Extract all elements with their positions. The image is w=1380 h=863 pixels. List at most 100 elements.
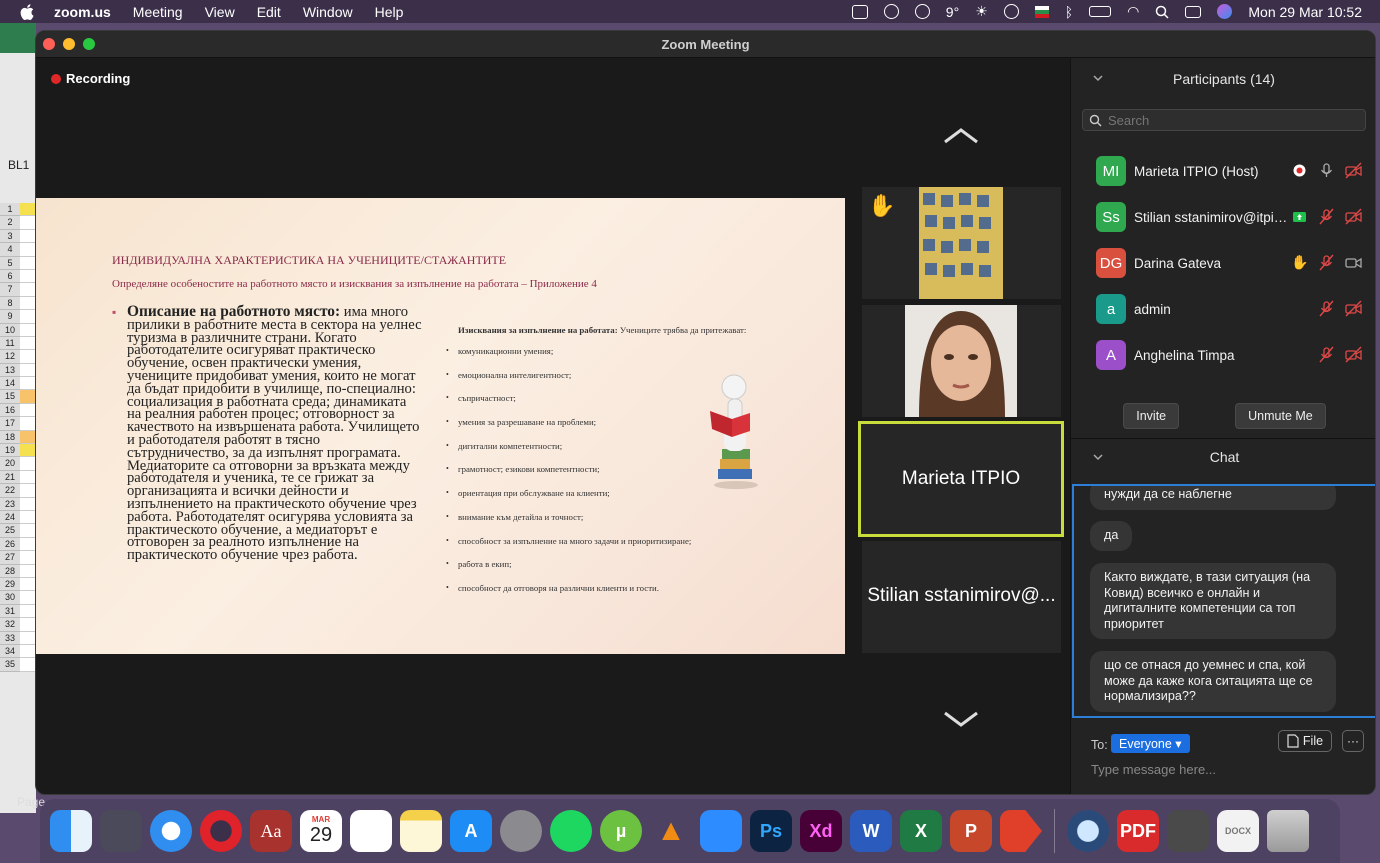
calculator-icon[interactable] <box>1167 810 1209 852</box>
participants-search[interactable] <box>1082 109 1366 131</box>
participant-row[interactable]: A Anghelina Timpa <box>1071 332 1375 378</box>
audio-app-icon[interactable] <box>1000 810 1042 852</box>
quicktime-icon[interactable] <box>1067 810 1109 852</box>
mic-muted-icon[interactable] <box>1318 346 1335 363</box>
battery-icon[interactable] <box>1089 6 1112 17</box>
excel-cell[interactable] <box>20 390 36 404</box>
excel-row-number[interactable]: 8 <box>0 296 20 311</box>
excel-row-number[interactable]: 18 <box>0 430 20 445</box>
excel-cell[interactable] <box>20 323 36 337</box>
mic-muted-icon[interactable] <box>1318 300 1335 317</box>
dictionary-icon[interactable]: Aa <box>250 810 292 852</box>
excel-row-number[interactable]: 12 <box>0 350 20 364</box>
excel-row-number[interactable]: 2 <box>0 216 20 230</box>
recording-indicator[interactable]: Recording <box>51 71 130 86</box>
adobe-xd-icon[interactable]: Xd <box>800 810 842 852</box>
excel-row-number[interactable]: 34 <box>0 644 20 659</box>
docx-file-icon[interactable]: DOCX <box>1217 810 1259 852</box>
excel-row-number[interactable]: 24 <box>0 510 20 525</box>
excel-row-number[interactable]: 7 <box>0 283 20 297</box>
menubar-clock[interactable]: Mon 29 Mar 10:52 <box>1248 4 1362 20</box>
apple-icon[interactable] <box>20 3 34 20</box>
excel-row-number[interactable]: 30 <box>0 591 20 605</box>
excel-row-number[interactable]: 9 <box>0 310 20 324</box>
pdf-app-icon[interactable]: PDF <box>1117 810 1159 852</box>
excel-cell[interactable] <box>20 551 36 565</box>
excel-cell[interactable] <box>20 524 36 538</box>
excel-row-number[interactable]: 13 <box>0 363 20 378</box>
utorrent-icon[interactable]: µ <box>600 810 642 852</box>
excel-cell[interactable] <box>20 377 36 391</box>
excel-cell[interactable] <box>20 417 36 431</box>
excel-row-number[interactable]: 35 <box>0 658 20 672</box>
shared-screen-slide[interactable]: ИНДИВИДУАЛНА ХАРАКТЕРИСТИКА НА УЧЕНИЦИТЕ… <box>36 198 845 654</box>
spotify-icon[interactable] <box>550 810 592 852</box>
excel-cell[interactable] <box>20 430 36 445</box>
trash-icon[interactable] <box>1267 810 1309 852</box>
excel-row-number[interactable]: 27 <box>0 551 20 565</box>
excel-row-number[interactable]: 31 <box>0 604 20 619</box>
excel-icon[interactable]: X <box>900 810 942 852</box>
participant-video-tile[interactable]: ✋ <box>862 187 1061 299</box>
more-options-button[interactable]: ··· <box>1342 730 1364 752</box>
collapse-chevron-icon[interactable] <box>1093 73 1103 83</box>
video-off-icon[interactable] <box>1345 162 1362 179</box>
excel-row-number[interactable]: 20 <box>0 457 20 471</box>
reminders-icon[interactable] <box>350 810 392 852</box>
excel-cell[interactable] <box>20 658 36 672</box>
app-store-icon[interactable]: A <box>450 810 492 852</box>
excel-row-number[interactable]: 10 <box>0 323 20 337</box>
video-off-icon[interactable] <box>1345 208 1362 225</box>
excel-cell[interactable] <box>20 470 36 485</box>
vlc-icon[interactable]: ▲ <box>650 810 692 852</box>
excel-cell[interactable] <box>20 296 36 311</box>
menu-window[interactable]: Window <box>303 4 353 20</box>
wifi-icon[interactable]: ◠ <box>1127 3 1139 20</box>
powerpoint-icon[interactable]: P <box>950 810 992 852</box>
menu-meeting[interactable]: Meeting <box>133 4 183 20</box>
vpn-icon[interactable] <box>883 4 899 19</box>
menu-help[interactable]: Help <box>375 4 404 20</box>
excel-cell[interactable] <box>20 216 36 230</box>
excel-row-number[interactable]: 28 <box>0 564 20 578</box>
menu-edit[interactable]: Edit <box>257 4 281 20</box>
participant-row[interactable]: MI Marieta ITPIO (Host) <box>1071 148 1375 194</box>
mic-muted-icon[interactable] <box>1318 208 1335 225</box>
excel-row-number[interactable]: 17 <box>0 417 20 431</box>
chat-message-input[interactable] <box>1091 762 1351 777</box>
file-button[interactable]: File <box>1278 730 1332 752</box>
excel-cell[interactable] <box>20 644 36 659</box>
system-preferences-icon[interactable] <box>500 810 542 852</box>
excel-cell[interactable] <box>20 604 36 619</box>
participant-row[interactable]: DG Darina Gateva ✋ <box>1071 240 1375 286</box>
excel-cell[interactable] <box>20 497 36 511</box>
word-icon[interactable]: W <box>850 810 892 852</box>
excel-cell[interactable] <box>20 510 36 525</box>
excel-cell[interactable] <box>20 631 36 645</box>
excel-row-number[interactable]: 22 <box>0 484 20 498</box>
scroll-down-chevron-icon[interactable] <box>941 707 981 729</box>
calendar-icon[interactable]: MAR 29 <box>300 810 342 852</box>
excel-cell[interactable] <box>20 283 36 297</box>
excel-row-number[interactable]: 23 <box>0 497 20 511</box>
chat-messages[interactable]: нужди да се наблегне да Както виждате, в… <box>1072 484 1375 718</box>
excel-row-number[interactable]: 21 <box>0 470 20 485</box>
menu-view[interactable]: View <box>205 4 235 20</box>
participant-row[interactable]: Ss Stilian sstanimirov@itpio... <box>1071 194 1375 240</box>
microphone-icon[interactable] <box>1318 162 1335 179</box>
excel-row-number[interactable]: 26 <box>0 537 20 552</box>
search-input[interactable] <box>1108 112 1348 128</box>
zoom-icon[interactable] <box>700 810 742 852</box>
control-center-icon[interactable] <box>1185 5 1202 18</box>
launchpad-icon[interactable] <box>100 810 142 852</box>
excel-cell[interactable] <box>20 577 36 592</box>
excel-row-number[interactable]: 5 <box>0 256 20 270</box>
excel-cell[interactable] <box>20 363 36 378</box>
excel-cell[interactable] <box>20 350 36 364</box>
safari-icon[interactable] <box>150 810 192 852</box>
excel-cell[interactable] <box>20 591 36 605</box>
excel-row-number[interactable]: 6 <box>0 269 20 284</box>
excel-row-number[interactable]: 14 <box>0 377 20 391</box>
invite-button[interactable]: Invite <box>1123 403 1180 429</box>
video-camera-icon[interactable] <box>1345 254 1362 271</box>
